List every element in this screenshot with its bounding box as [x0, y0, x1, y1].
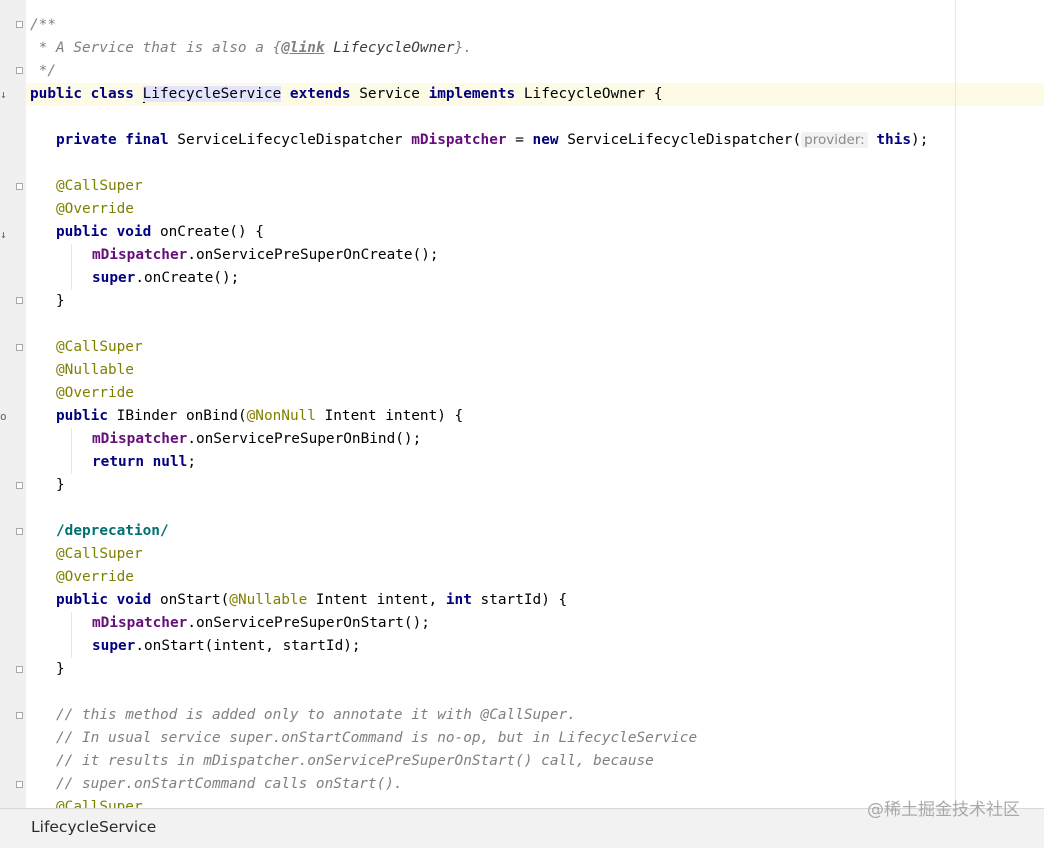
fold-icon[interactable] — [16, 666, 23, 673]
javadoc-tag: @link — [281, 40, 325, 56]
implements-marker-icon[interactable]: ↓ — [0, 89, 7, 101]
keyword: super — [92, 638, 136, 654]
keyword: private final — [56, 132, 178, 148]
method-signature: onStart( — [159, 592, 230, 608]
method-signature: onCreate() { — [159, 224, 264, 240]
annotation: @NonNull — [246, 408, 316, 424]
keyword: int — [445, 592, 472, 608]
code-line: return null; — [92, 451, 196, 474]
method-call: .onServicePreSuperOnBind(); — [187, 431, 422, 447]
indent-guide — [71, 428, 72, 474]
indent-guide — [71, 244, 72, 290]
code-line: super.onCreate(); — [92, 267, 239, 290]
keyword: return null — [92, 454, 188, 470]
close-brace: } — [56, 477, 65, 493]
fold-icon[interactable] — [16, 21, 23, 28]
fold-icon[interactable] — [16, 482, 23, 489]
keyword: public void — [56, 224, 160, 240]
fold-icon[interactable] — [16, 528, 23, 535]
fold-icon[interactable] — [16, 344, 23, 351]
comment-text: */ — [30, 63, 56, 79]
watermark-text: @稀土掘金技术社区 — [867, 800, 1020, 820]
field-name: mDispatcher — [92, 247, 188, 263]
code-line: public class LifecycleService extends Se… — [30, 83, 663, 106]
method-signature: IBinder onBind( — [116, 408, 247, 424]
code-line: public void onCreate() { — [56, 221, 264, 244]
editor-gutter[interactable]: ↓ ↓ o — [0, 0, 27, 808]
class-name[interactable]: LifecycleService — [142, 86, 282, 102]
code-editor[interactable]: /** * A Service that is also a {@link Li… — [26, 0, 1044, 815]
indent-guide — [71, 612, 72, 658]
fold-icon[interactable] — [16, 712, 23, 719]
javadoc-reference: LifecycleOwner — [324, 40, 455, 56]
code-line: */ — [30, 60, 56, 83]
fold-icon[interactable] — [16, 297, 23, 304]
override-marker-icon[interactable]: o — [0, 411, 7, 423]
method-signature: Intent intent, — [307, 592, 446, 608]
keyword: extends — [281, 86, 360, 102]
fold-icon[interactable] — [16, 67, 23, 74]
punctuation: ); — [911, 132, 929, 148]
breadcrumb-class[interactable]: LifecycleService — [31, 818, 156, 836]
comment-text: * A Service that is also a { — [30, 40, 282, 56]
type-name: LifecycleOwner { — [523, 86, 663, 102]
field-name: mDispatcher — [411, 132, 507, 148]
method-call: .onStart(intent, startId); — [135, 638, 361, 654]
type-name: Service — [359, 86, 420, 102]
keyword: this — [876, 132, 912, 148]
operator: = — [506, 132, 533, 148]
code-line: mDispatcher.onServicePreSuperOnStart(); — [92, 612, 430, 635]
method-call: .onServicePreSuperOnStart(); — [187, 615, 430, 631]
code-line: super.onStart(intent, startId); — [92, 635, 361, 658]
keyword: public — [56, 408, 117, 424]
close-brace: } — [56, 661, 65, 677]
line-comment: // In usual service super.onStartCommand… — [56, 730, 698, 746]
annotation: @Override — [56, 569, 134, 585]
override-marker-icon[interactable]: ↓ — [0, 229, 7, 241]
fold-icon[interactable] — [16, 183, 23, 190]
annotation: @CallSuper — [56, 178, 143, 194]
comment-text: }. — [454, 40, 472, 56]
code-line: mDispatcher.onServicePreSuperOnCreate(); — [92, 244, 439, 267]
method-call: .onCreate(); — [135, 270, 240, 286]
keyword: new — [532, 132, 568, 148]
annotation: @CallSuper — [56, 546, 143, 562]
code-line: public void onStart(@Nullable Intent int… — [56, 589, 567, 612]
code-line: mDispatcher.onServicePreSuperOnBind(); — [92, 428, 421, 451]
keyword: public void — [56, 592, 160, 608]
annotation: @Nullable — [229, 592, 308, 608]
parameter-hint: provider: — [801, 132, 868, 148]
close-brace: } — [56, 293, 65, 309]
type-name: ServiceLifecycleDispatcher — [177, 132, 412, 148]
annotation: @Override — [56, 385, 134, 401]
deprecation-marker: /deprecation/ — [56, 523, 169, 539]
line-comment: // super.onStartCommand calls onStart(). — [56, 776, 403, 792]
field-name: mDispatcher — [92, 615, 188, 631]
method-call: .onServicePreSuperOnCreate(); — [187, 247, 439, 263]
code-line: public IBinder onBind(@NonNull Intent in… — [56, 405, 463, 428]
code-line: * A Service that is also a {@link Lifecy… — [30, 37, 472, 60]
code-line: private final ServiceLifecycleDispatcher… — [56, 129, 928, 152]
line-comment: // this method is added only to annotate… — [56, 707, 576, 723]
comment-text: /** — [30, 17, 56, 33]
keyword: super — [92, 270, 136, 286]
code-line: /** — [30, 14, 56, 37]
right-margin-guide — [955, 0, 956, 808]
constructor-call: ServiceLifecycleDispatcher( — [567, 132, 802, 148]
keyword: public class — [30, 86, 143, 102]
punctuation: ; — [187, 454, 196, 470]
annotation: @CallSuper — [56, 339, 143, 355]
line-comment: // it results in mDispatcher.onServicePr… — [56, 753, 654, 769]
fold-icon[interactable] — [16, 781, 23, 788]
annotation: @Override — [56, 201, 134, 217]
field-name: mDispatcher — [92, 431, 188, 447]
annotation: @Nullable — [56, 362, 134, 378]
method-signature: Intent intent) { — [315, 408, 464, 424]
keyword: implements — [419, 86, 524, 102]
method-signature: startId) { — [471, 592, 568, 608]
